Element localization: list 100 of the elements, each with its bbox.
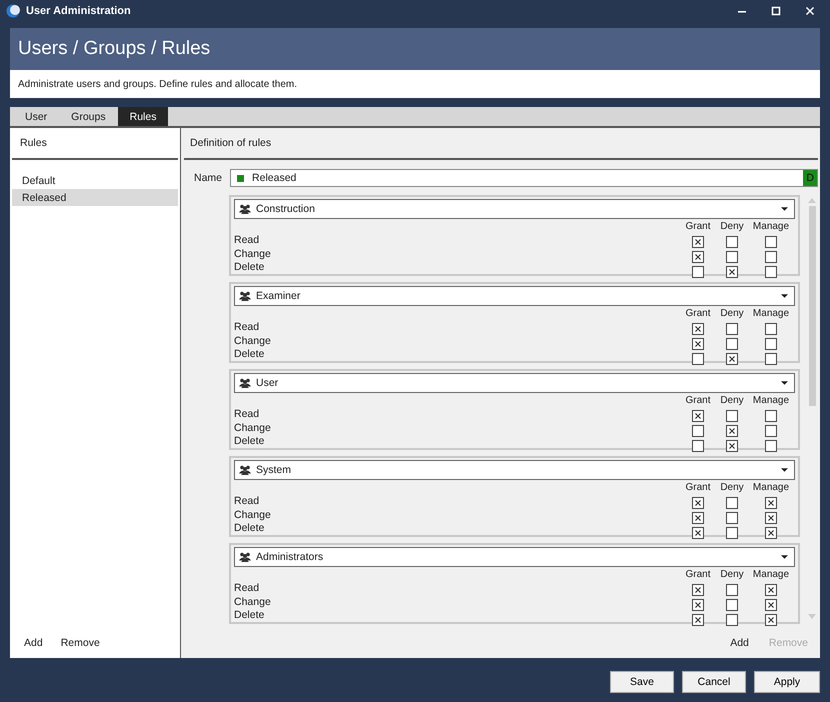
permission-label: Read bbox=[234, 408, 260, 422]
group-dropdown[interactable]: Construction bbox=[234, 199, 795, 219]
checkbox[interactable] bbox=[692, 584, 704, 596]
dialog-button[interactable]: Apply bbox=[754, 671, 820, 693]
checkbox[interactable] bbox=[765, 440, 777, 452]
checkbox[interactable] bbox=[692, 352, 704, 364]
permission-label: Read bbox=[234, 582, 260, 596]
checkbox[interactable] bbox=[765, 512, 777, 524]
checkbox[interactable] bbox=[765, 584, 777, 596]
checkbox[interactable] bbox=[765, 614, 777, 626]
page-description: Administrate users and groups. Define rules and allocate them. bbox=[18, 78, 298, 90]
checkbox[interactable] bbox=[692, 526, 704, 538]
group-dropdown[interactable]: System bbox=[234, 460, 795, 480]
cross-mark-icon bbox=[727, 266, 737, 276]
dialog-button[interactable]: Save bbox=[610, 671, 674, 693]
column-header: Grant bbox=[685, 482, 710, 495]
checkbox[interactable] bbox=[726, 512, 738, 524]
permission-label: Change bbox=[234, 422, 272, 435]
checkbox[interactable] bbox=[726, 236, 738, 248]
column-header: Deny bbox=[720, 221, 744, 234]
group-dropdown[interactable]: Examiner bbox=[234, 286, 795, 306]
checkbox[interactable] bbox=[692, 338, 704, 350]
checkbox[interactable] bbox=[726, 598, 738, 610]
action-link[interactable]: Remove bbox=[60, 637, 100, 649]
checkbox[interactable] bbox=[726, 338, 738, 350]
checkbox[interactable] bbox=[726, 410, 738, 422]
action-link[interactable]: Add bbox=[24, 637, 43, 649]
caret-icon bbox=[781, 468, 788, 472]
cross-mark-icon bbox=[727, 440, 737, 450]
checkbox[interactable] bbox=[726, 424, 738, 436]
group-dropdown[interactable]: Administrators bbox=[234, 547, 795, 567]
name-field[interactable]: Released D bbox=[230, 169, 818, 187]
panel-title: Definition of rules bbox=[190, 137, 272, 149]
checkbox[interactable] bbox=[765, 322, 777, 334]
checkbox[interactable] bbox=[726, 614, 738, 626]
tab[interactable]: Groups bbox=[59, 107, 118, 126]
checkbox[interactable] bbox=[765, 410, 777, 422]
cross-mark-icon bbox=[766, 528, 776, 538]
checkbox[interactable] bbox=[726, 440, 738, 452]
checkbox[interactable] bbox=[692, 236, 704, 248]
panel-title: Rules bbox=[20, 137, 47, 149]
cross-mark-icon bbox=[693, 584, 703, 594]
checkbox[interactable] bbox=[726, 322, 738, 334]
checkbox[interactable] bbox=[726, 266, 738, 278]
checkbox[interactable] bbox=[726, 496, 738, 508]
checkbox[interactable] bbox=[692, 424, 704, 436]
column-header: Deny bbox=[720, 395, 744, 408]
checkbox[interactable] bbox=[692, 410, 704, 422]
caret-icon bbox=[781, 381, 788, 385]
field-label: Name bbox=[194, 172, 222, 184]
people-icon bbox=[239, 552, 251, 562]
cross-mark-icon bbox=[693, 512, 703, 522]
cross-mark-icon bbox=[727, 426, 737, 436]
app-logo-icon bbox=[6, 4, 20, 18]
tab[interactable]: Rules bbox=[118, 107, 168, 126]
cross-mark-icon bbox=[727, 354, 737, 364]
checkbox[interactable] bbox=[765, 424, 777, 436]
dialog-button[interactable]: Cancel bbox=[682, 671, 746, 693]
checkbox[interactable] bbox=[692, 440, 704, 452]
permission-label: Delete bbox=[234, 609, 266, 622]
column-header: Manage bbox=[752, 569, 790, 582]
checkbox[interactable] bbox=[765, 266, 777, 278]
checkbox[interactable] bbox=[765, 236, 777, 248]
checkbox[interactable] bbox=[692, 322, 704, 334]
column-header: Deny bbox=[720, 308, 744, 321]
checkbox[interactable] bbox=[692, 614, 704, 626]
column-header: Grant bbox=[685, 308, 710, 321]
rule-item[interactable]: Default bbox=[12, 172, 178, 189]
checkbox[interactable] bbox=[726, 526, 738, 538]
group-dropdown[interactable]: User bbox=[234, 373, 795, 393]
maximize-icon[interactable] bbox=[771, 6, 781, 16]
checkbox[interactable] bbox=[765, 352, 777, 364]
checkbox[interactable] bbox=[765, 526, 777, 538]
checkbox[interactable] bbox=[726, 250, 738, 262]
permission-label: Change bbox=[234, 334, 272, 348]
action-link[interactable]: Add bbox=[730, 637, 749, 649]
cross-mark-icon bbox=[766, 512, 776, 522]
checkbox[interactable] bbox=[726, 352, 738, 364]
checkbox[interactable] bbox=[726, 584, 738, 596]
column-header: Manage bbox=[752, 395, 790, 408]
rule-item[interactable]: Released bbox=[12, 189, 178, 206]
caret-icon bbox=[781, 294, 788, 298]
cross-mark-icon bbox=[766, 600, 776, 610]
scrollbar-thumb[interactable] bbox=[808, 206, 816, 406]
permission-label: Delete bbox=[234, 261, 266, 274]
checkbox[interactable] bbox=[765, 250, 777, 262]
checkbox[interactable] bbox=[692, 250, 704, 262]
checkbox[interactable] bbox=[692, 266, 704, 278]
people-icon bbox=[239, 291, 251, 301]
checkbox[interactable] bbox=[765, 338, 777, 350]
checkbox[interactable] bbox=[765, 598, 777, 610]
close-icon[interactable] bbox=[805, 6, 815, 16]
checkbox[interactable] bbox=[692, 496, 704, 508]
tab[interactable]: User bbox=[13, 107, 60, 126]
column-header: Grant bbox=[685, 221, 710, 234]
checkbox[interactable] bbox=[692, 598, 704, 610]
permission-label: Change bbox=[234, 248, 272, 261]
checkbox[interactable] bbox=[692, 512, 704, 524]
permission-label: Change bbox=[234, 508, 272, 522]
checkbox[interactable] bbox=[765, 496, 777, 508]
